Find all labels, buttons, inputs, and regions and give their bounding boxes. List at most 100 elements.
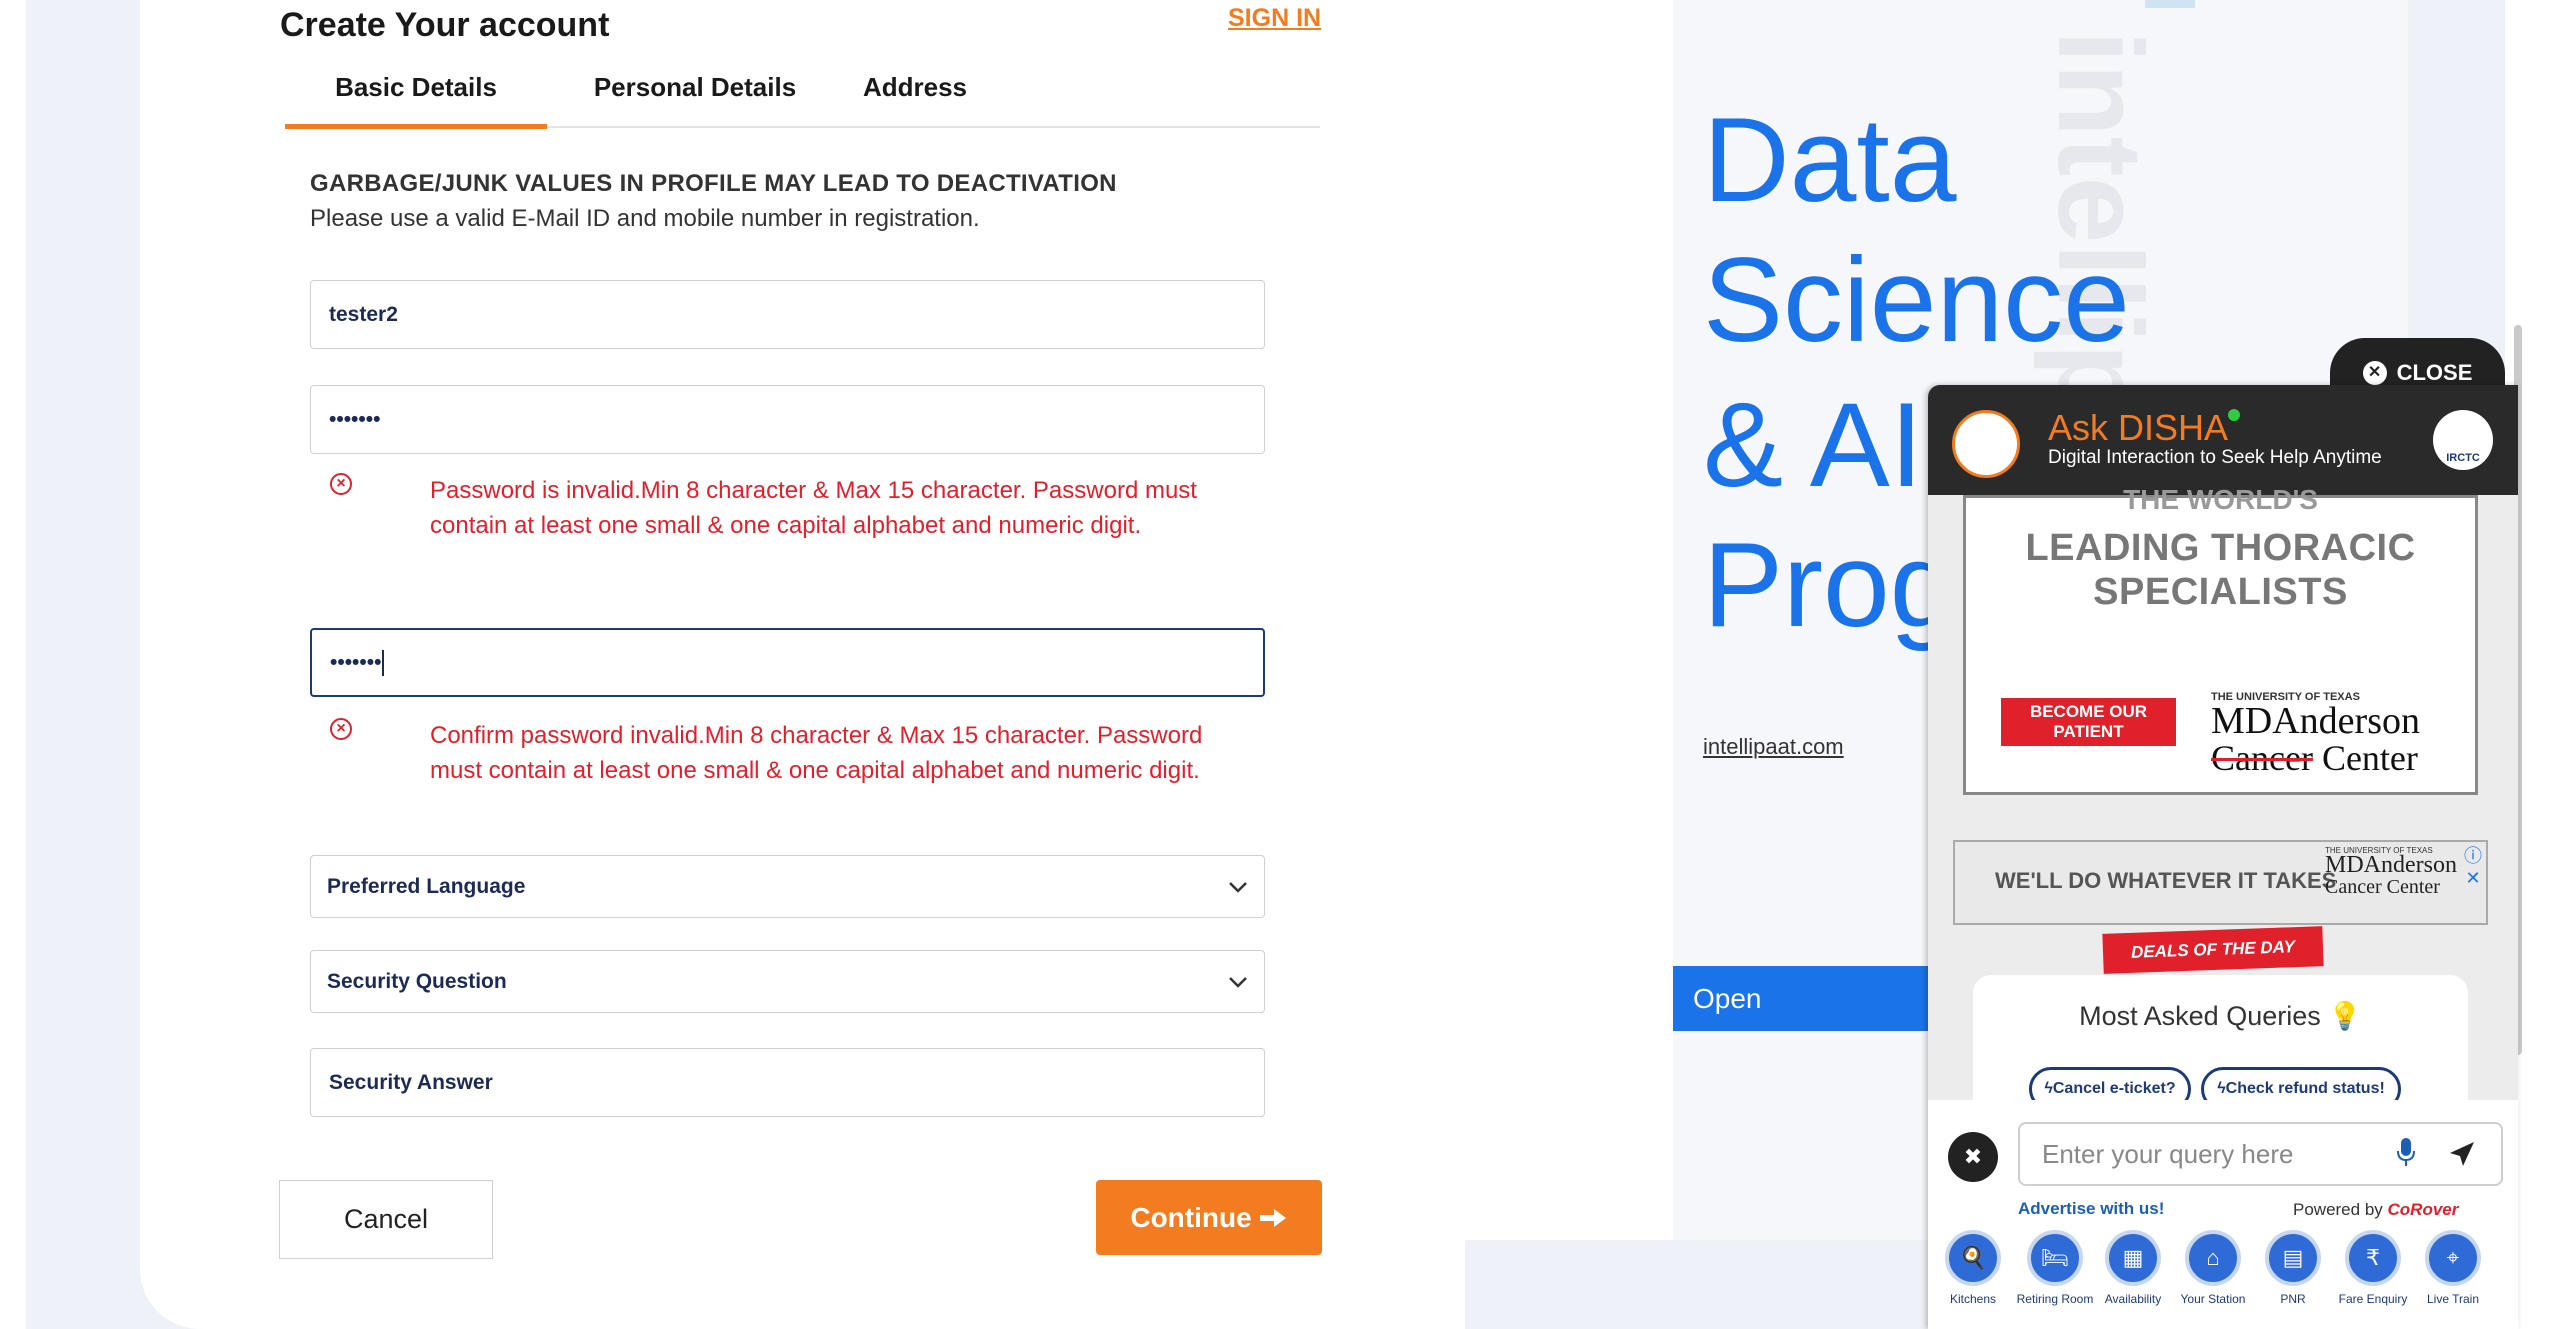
md-brand-rest: Center bbox=[2312, 738, 2418, 778]
md-ad-top-text: THE WORLD'S bbox=[2123, 484, 2318, 515]
sign-in-link[interactable]: SIGN IN bbox=[1228, 4, 1321, 33]
disha-title: Ask DISHA bbox=[2048, 407, 2229, 448]
ad-domain-link[interactable]: intellipaat.com bbox=[1703, 734, 1844, 760]
shortcut-label: Fare Enquiry bbox=[2338, 1292, 2408, 1306]
md-anderson-ad[interactable]: THE WORLD'S LEADING THORACIC SPECIALISTS… bbox=[1963, 484, 2478, 795]
lightning-icon: ϟ bbox=[2044, 1080, 2053, 1097]
shortcut-label: Kitchens bbox=[1949, 1292, 1997, 1306]
online-status-dot bbox=[2228, 409, 2240, 421]
seat-icon: ▦ bbox=[2105, 1230, 2161, 1286]
ad-open-button[interactable]: Open bbox=[1673, 966, 1963, 1031]
md-anderson-banner[interactable]: WE'LL DO WHATEVER IT TAKES THE UNIVERSIT… bbox=[1953, 840, 2488, 925]
password-value: ••••••• bbox=[329, 407, 381, 431]
disha-header: Ask DISHA Digital Interaction to Seek He… bbox=[1928, 385, 2518, 495]
warning-title: GARBAGE/JUNK VALUES IN PROFILE MAY LEAD … bbox=[310, 170, 1117, 197]
shortcut-availability[interactable]: ▦ Availability bbox=[2093, 1230, 2173, 1306]
confirm-password-value: ••••••• bbox=[330, 650, 382, 674]
shortcut-label: Retiring Room bbox=[2016, 1292, 2094, 1306]
close-label: CLOSE bbox=[2396, 360, 2473, 385]
location-pin-icon: ⌖ bbox=[2425, 1230, 2481, 1286]
shortcut-pnr[interactable]: ▤ PNR bbox=[2253, 1230, 2333, 1306]
preferred-language-placeholder: Preferred Language bbox=[327, 874, 526, 898]
shortcut-label: PNR bbox=[2280, 1292, 2306, 1306]
query-input[interactable]: Enter your query here bbox=[2018, 1122, 2503, 1186]
confirm-password-input[interactable]: ••••••• bbox=[310, 628, 1265, 697]
station-icon: ⌂ bbox=[2185, 1230, 2241, 1286]
chip-label: Check refund status! bbox=[2225, 1080, 2385, 1097]
page-title: Create Your account bbox=[280, 6, 610, 44]
ad-headline-line3: & AI bbox=[1703, 378, 1924, 512]
shortcut-label: Your Station bbox=[2180, 1292, 2246, 1306]
text-cursor bbox=[382, 649, 385, 676]
banner-brand: MDAnderson Cancer Center bbox=[2325, 852, 2457, 898]
ad-open-label: Open bbox=[1693, 982, 1762, 1014]
become-patient-badge: BECOME OUR PATIENT bbox=[2001, 698, 2176, 746]
banner-slogan: WE'LL DO WHATEVER IT TAKES bbox=[1995, 868, 2337, 893]
ad-headline-line2: Science bbox=[1703, 233, 2130, 367]
registration-tabs: Basic Details Personal Details Address bbox=[285, 72, 1320, 129]
security-answer-placeholder: Security Answer bbox=[329, 1070, 493, 1094]
chip-label: Cancel e-ticket? bbox=[2052, 1080, 2176, 1097]
fare-icon: ₹ bbox=[2345, 1230, 2401, 1286]
shortcut-label: Availability bbox=[2104, 1292, 2162, 1306]
tab-personal-details[interactable]: Personal Details bbox=[585, 72, 805, 124]
error-icon: × bbox=[330, 718, 352, 740]
deals-of-the-day-ribbon[interactable]: DEALS OF THE DAY bbox=[2102, 926, 2324, 974]
shortcut-your-station[interactable]: ⌂ Your Station bbox=[2173, 1230, 2253, 1306]
error-icon: × bbox=[330, 473, 352, 495]
arrow-right-icon bbox=[1259, 1208, 1286, 1227]
shortcut-label: Live Train bbox=[2426, 1292, 2480, 1306]
lightbulb-icon: 💡 bbox=[2328, 1001, 2362, 1031]
banner-brand-line2: Cancer Center bbox=[2325, 876, 2440, 898]
page-left-margin bbox=[0, 0, 26, 1329]
advertise-link[interactable]: Advertise with us! bbox=[2018, 1199, 2164, 1219]
disha-tagline: Digital Interaction to Seek Help Anytime bbox=[2048, 447, 2382, 468]
md-brand-name: MDAnderson bbox=[2211, 700, 2420, 742]
continue-label: Continue bbox=[1130, 1201, 1252, 1233]
security-question-placeholder: Security Question bbox=[327, 969, 507, 993]
security-question-select[interactable]: Security Question bbox=[310, 950, 1265, 1013]
md-ad-headline-line2: SPECIALISTS bbox=[2093, 571, 2348, 613]
ad-headline-line1: Data bbox=[1703, 93, 1957, 227]
ad-close-icon[interactable]: ⓘ ✕ bbox=[2460, 842, 2486, 888]
powered-by-label: Powered by bbox=[2293, 1200, 2383, 1219]
shortcut-retiring-room[interactable]: 🛏 Retiring Room bbox=[2015, 1230, 2095, 1306]
faq-title-text: Most Asked Queries bbox=[2079, 1001, 2321, 1031]
irctc-logo: IRCTC bbox=[2433, 410, 2493, 470]
page-gutter bbox=[26, 0, 140, 1329]
disha-avatar bbox=[1952, 410, 2020, 478]
banner-brand-line1: MDAnderson bbox=[2325, 852, 2457, 878]
security-answer-input[interactable]: Security Answer bbox=[310, 1048, 1265, 1117]
chevron-down-icon bbox=[1229, 881, 1247, 893]
clipboard-icon: ▤ bbox=[2265, 1230, 2321, 1286]
tab-basic-details[interactable]: Basic Details bbox=[285, 72, 547, 129]
confirm-password-error: × Confirm password invalid.Min 8 charact… bbox=[330, 718, 1260, 828]
cancel-label: Cancel bbox=[343, 1204, 429, 1234]
md-ad-headline-line1: LEADING THORACIC bbox=[2025, 527, 2416, 569]
shortcut-fare-enquiry[interactable]: ₹ Fare Enquiry bbox=[2333, 1230, 2413, 1306]
corover-logo: CoRover bbox=[2387, 1200, 2459, 1219]
preferred-language-select[interactable]: Preferred Language bbox=[310, 855, 1265, 918]
username-input[interactable]: tester2 bbox=[310, 280, 1265, 349]
shortcut-kitchens[interactable]: 🍳 Kitchens bbox=[1933, 1230, 2013, 1306]
chevron-down-icon bbox=[1229, 976, 1247, 988]
md-brand-strike: Cancer bbox=[2211, 738, 2313, 778]
disha-chat-widget: Ask DISHA Digital Interaction to Seek He… bbox=[1928, 385, 2518, 1329]
warning-subtitle: Please use a valid E-Mail ID and mobile … bbox=[310, 205, 980, 232]
password-error: × Password is invalid.Min 8 character & … bbox=[330, 473, 1260, 583]
cancel-button[interactable]: Cancel bbox=[279, 1180, 493, 1259]
faq-title: Most Asked Queries 💡 bbox=[1973, 1000, 2468, 1032]
chat-minimize-button[interactable]: ✖ bbox=[1948, 1132, 1998, 1182]
md-ad-headline: LEADING THORACIC SPECIALISTS bbox=[1966, 526, 2475, 614]
chat-input-area: ✖ Enter your query here Advertise with u… bbox=[1928, 1100, 2518, 1329]
tab-address[interactable]: Address bbox=[845, 72, 985, 124]
close-icon: ✕ bbox=[2362, 361, 2387, 385]
microphone-icon[interactable] bbox=[2396, 1137, 2416, 1167]
shortcut-live-train[interactable]: ⌖ Live Train bbox=[2413, 1230, 2493, 1306]
ad-choices-icon[interactable] bbox=[2145, 0, 2195, 8]
password-input[interactable]: ••••••• bbox=[310, 385, 1265, 454]
continue-button[interactable]: Continue bbox=[1096, 1180, 1322, 1255]
send-icon[interactable] bbox=[2448, 1140, 2476, 1168]
md-brand-subtitle: Cancer Center bbox=[2211, 737, 2418, 779]
lightning-icon: ϟ bbox=[2217, 1080, 2226, 1097]
